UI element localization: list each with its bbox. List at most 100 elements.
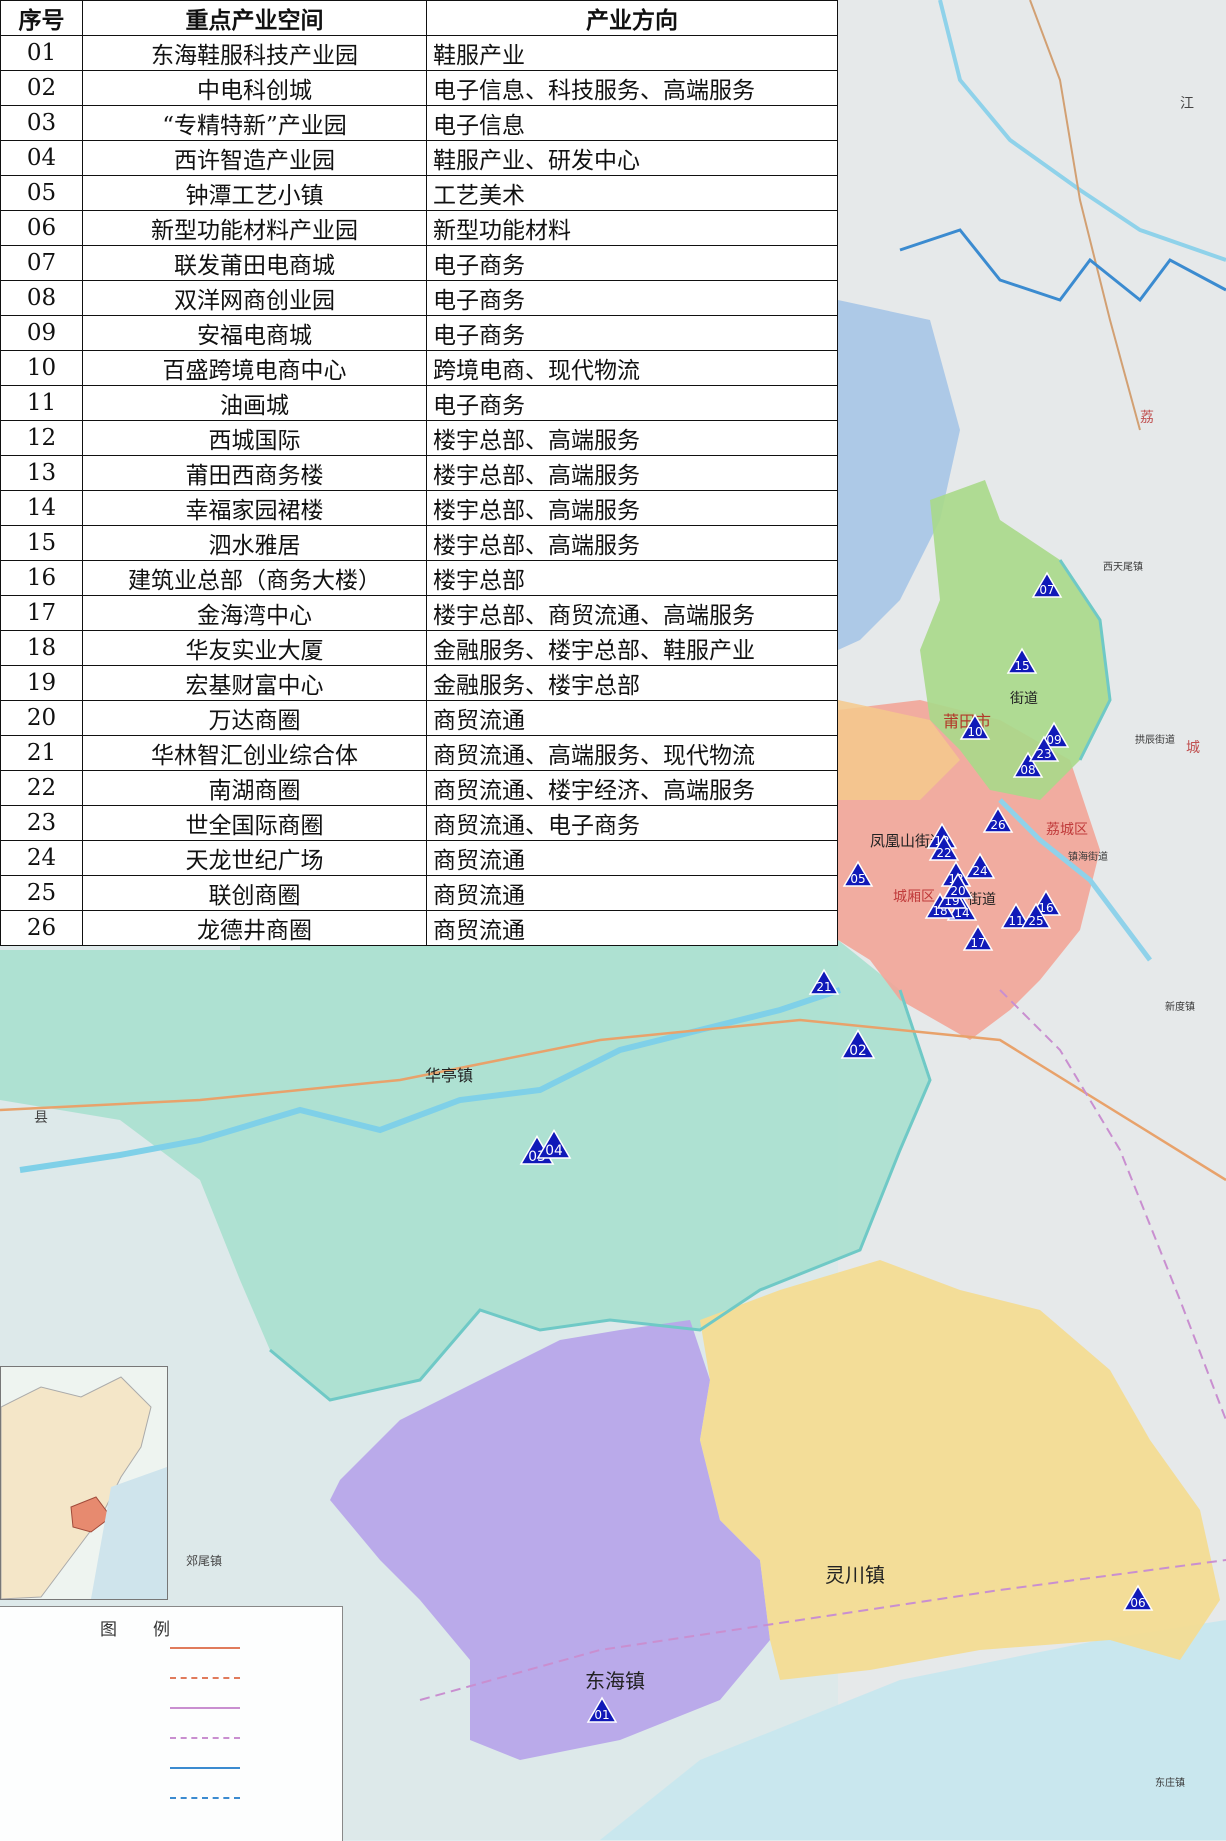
row-number: 08 [0,280,83,316]
row-space-name: 金海湾中心 [82,595,427,631]
row-number: 12 [0,420,83,456]
row-space-name: 油画城 [82,385,427,421]
location-inset-map [0,1366,168,1600]
place-label-jiaowei: 郊尾镇 [186,1554,223,1568]
place-label-licheng: 荔城区 [1046,822,1088,838]
row-number: 21 [0,735,83,771]
row-number: 15 [0,525,83,561]
table-row: 10 百盛跨境电商中心 跨境电商、现代物流 [0,350,838,386]
place-label-dongzhuang: 东庄镇 [1155,1776,1185,1789]
row-space-name: “专精特新”产业园 [82,105,427,141]
row-number: 17 [0,595,83,631]
legend-line-boundary-town [170,1797,240,1805]
marker-label: 11 [1008,914,1023,928]
place-label-jiang: 江 [1180,96,1194,112]
row-direction: 金融服务、楼宇总部 [426,665,838,701]
row-space-name: 天龙世纪广场 [82,840,427,876]
marker-label: 21 [816,980,831,994]
row-space-name: 新型功能材料产业园 [82,210,427,246]
place-label-huating: 华亭镇 [425,1066,473,1085]
place-label-li: 荔 [1140,410,1154,426]
table-row: 01 东海鞋服科技产业园 鞋服产业 [0,35,838,71]
marker-label: 04 [545,1143,563,1159]
row-space-name: 南湖商圈 [82,770,427,806]
marker-label: 17 [970,936,985,950]
row-number: 04 [0,140,83,176]
table-row: 12 西城国际 楼宇总部、高端服务 [0,420,838,456]
table-row: 25 联创商圈 商贸流通 [0,875,838,911]
row-number: 10 [0,350,83,386]
table-row: 22 南湖商圈 商贸流通、楼宇经济、高端服务 [0,770,838,806]
row-number: 16 [0,560,83,596]
header-direction: 产业方向 [426,0,838,36]
row-number: 19 [0,665,83,701]
row-space-name: 世全国际商圈 [82,805,427,841]
marker-label: 25 [1028,914,1043,928]
table-row: 17 金海湾中心 楼宇总部、商贸流通、高端服务 [0,595,838,631]
row-direction: 新型功能材料 [426,210,838,246]
table-row: 18 华友实业大厦 金融服务、楼宇总部、鞋服产业 [0,630,838,666]
legend-title: 图例 [100,1620,206,1640]
marker-label: 06 [1130,1596,1145,1610]
row-number: 26 [0,910,83,946]
place-label-jiedao-b: 街道 [968,892,996,908]
row-direction: 鞋服产业 [426,35,838,71]
table-row: 08 双洋网商创业园 电子商务 [0,280,838,316]
place-label-lingchuan: 灵川镇 [825,1563,885,1587]
marker-label: 10 [967,725,982,739]
row-space-name: 西许智造产业园 [82,140,427,176]
header-no: 序号 [0,0,83,36]
marker-label: 01 [594,1708,609,1722]
place-label-cheng: 城 [1186,740,1200,756]
place-label-xindu: 新度镇 [1165,1000,1195,1013]
table-row: 03 “专精特新”产业园 电子信息 [0,105,838,141]
row-space-name: 幸福家园裙楼 [82,490,427,526]
table-row: 16 建筑业总部（商务大楼） 楼宇总部 [0,560,838,596]
marker-label: 26 [990,818,1005,832]
row-direction: 楼宇总部、高端服务 [426,420,838,456]
row-direction: 鞋服产业、研发中心 [426,140,838,176]
row-number: 06 [0,210,83,246]
marker-label: 23 [1036,747,1051,761]
row-number: 02 [0,70,83,106]
table-row: 24 天龙世纪广场 商贸流通 [0,840,838,876]
row-direction: 电子信息、科技服务、高端服务 [426,70,838,106]
row-direction: 工艺美术 [426,175,838,211]
legend-line-boundary [170,1767,240,1775]
marker-label: 22 [936,846,951,860]
place-label-donghai: 东海镇 [585,1669,645,1693]
place-label-zhenhai: 镇海街道 [1068,850,1108,863]
row-direction: 楼宇总部、高端服务 [426,490,838,526]
header-space: 重点产业空间 [82,0,427,36]
row-space-name: 建筑业总部（商务大楼） [82,560,427,596]
row-direction: 商贸流通 [426,875,838,911]
marker-label: 07 [1039,583,1054,597]
row-direction: 商贸流通、高端服务、现代物流 [426,735,838,771]
row-direction: 楼宇总部 [426,560,838,596]
row-number: 25 [0,875,83,911]
marker-label: 24 [972,864,987,878]
table-row: 06 新型功能材料产业园 新型功能材料 [0,210,838,246]
row-number: 01 [0,35,83,71]
row-space-name: 万达商圈 [82,700,427,736]
row-direction: 商贸流通 [426,700,838,736]
row-direction: 电子商务 [426,245,838,281]
row-direction: 电子商务 [426,315,838,351]
row-space-name: 双洋网商创业园 [82,280,427,316]
place-label-gongchen: 拱辰街道 [1135,733,1175,746]
marker-label: 05 [850,872,865,886]
table-row: 07 联发莆田电商城 电子商务 [0,245,838,281]
row-direction: 电子信息 [426,105,838,141]
legend-line-rail [170,1707,240,1715]
table-row: 23 世全国际商圈 商贸流通、电子商务 [0,805,838,841]
table-row: 26 龙德井商圈 商贸流通 [0,910,838,946]
row-direction: 楼宇总部、高端服务 [426,455,838,491]
row-space-name: 龙德井商圈 [82,910,427,946]
table-row: 13 莆田西商务楼 楼宇总部、高端服务 [0,455,838,491]
row-space-name: 联发莆田电商城 [82,245,427,281]
place-label-xitianwei: 西天尾镇 [1103,560,1143,573]
row-direction: 商贸流通 [426,840,838,876]
row-space-name: 联创商圈 [82,875,427,911]
marker-label: 02 [849,1043,867,1059]
row-number: 18 [0,630,83,666]
